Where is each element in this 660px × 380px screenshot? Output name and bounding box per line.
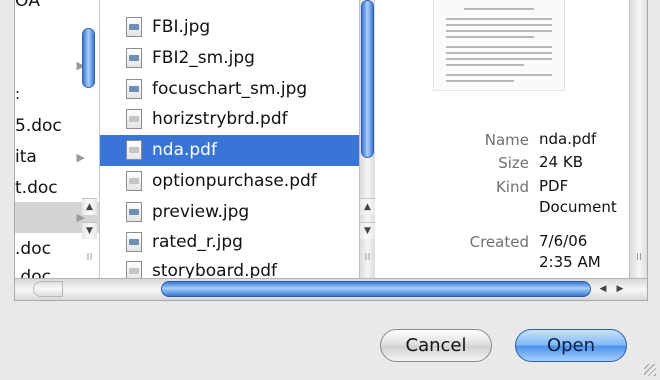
scroll-thumb[interactable] — [361, 0, 374, 158]
horizontal-scrollbar[interactable]: ◀ ▶ — [15, 278, 647, 300]
file-row[interactable]: rated_r.jpg — [100, 227, 362, 258]
pdf-file-icon — [126, 109, 142, 129]
jpg-file-icon — [126, 232, 142, 252]
file-name: FBI2_sm.jpg — [152, 48, 255, 68]
file-row[interactable]: FBI.jpg — [100, 12, 362, 43]
jpg-file-icon — [126, 79, 142, 99]
horizontal-scroll-thumb[interactable] — [161, 281, 591, 297]
file-row[interactable]: preview.jpg — [100, 197, 362, 228]
size-value: 24 KB — [539, 153, 583, 171]
pdf-file-icon — [126, 261, 142, 278]
name-label: Name — [484, 131, 529, 149]
file-browser: ОA ▶ : 5.doc ita ▶ t.doc ▶ .doc .doc ▲ ▼… — [14, 0, 648, 301]
file-name: preview.jpg — [152, 202, 250, 222]
file-row[interactable]: FBI2_sm.jpg — [100, 43, 362, 74]
size-label: Size — [498, 154, 529, 172]
scroll-down-icon[interactable]: ▼ — [82, 222, 97, 239]
pdf-file-icon — [126, 140, 142, 160]
list-item-label: .doc — [15, 239, 51, 259]
scroll-left-icon[interactable]: ◀ — [595, 281, 611, 297]
created-time: 2:35 AM — [539, 253, 601, 271]
scroll-down-icon[interactable]: ▼ — [360, 222, 375, 239]
document-preview-thumbnail — [433, 0, 565, 91]
column-resize-grip[interactable]: II — [82, 252, 97, 263]
list-item-label: ita — [15, 147, 37, 167]
scroll-track-cap — [33, 281, 63, 297]
name-value: nda.pdf — [539, 130, 597, 148]
file-row-selected[interactable]: nda.pdf — [100, 135, 362, 166]
preview-column: Name nda.pdf Size 24 KB Kind PDF Documen… — [377, 0, 643, 278]
jpg-file-icon — [126, 48, 142, 68]
created-date: 7/6/06 — [539, 232, 588, 250]
scroll-up-icon[interactable]: ▲ — [360, 198, 375, 215]
file-row[interactable]: focuschart_sm.jpg — [100, 74, 362, 105]
file-name: horizstrybrd.pdf — [152, 109, 288, 129]
list-item-label: ОA — [15, 0, 41, 11]
column-resize-grip[interactable]: II — [360, 252, 375, 263]
kind-label: Kind — [495, 178, 529, 196]
file-name: nda.pdf — [152, 140, 217, 160]
file-row[interactable]: storyboard.pdf — [100, 256, 362, 278]
list-item-label: .doc — [15, 267, 51, 278]
cancel-button[interactable]: Cancel — [380, 329, 492, 362]
open-button[interactable]: Open — [515, 329, 627, 362]
jpg-file-icon — [126, 17, 142, 37]
scroll-thumb[interactable] — [82, 28, 95, 88]
scroll-right-icon[interactable]: ▶ — [612, 281, 628, 297]
list-item-label: t.doc — [15, 178, 58, 198]
pdf-file-icon — [126, 171, 142, 191]
created-label: Created — [469, 233, 529, 251]
resize-grip-icon[interactable] — [644, 364, 656, 376]
kind-value-line2: Document — [539, 198, 617, 216]
preview-scrollbar[interactable]: II — [629, 0, 647, 278]
file-name: FBI.jpg — [152, 17, 211, 37]
jpg-file-icon — [126, 202, 142, 222]
file-row[interactable]: horizstrybrd.pdf — [100, 104, 362, 135]
file-name: focuschart_sm.jpg — [152, 79, 308, 99]
file-name: rated_r.jpg — [152, 232, 243, 252]
parent-column-scrollbar[interactable]: ▲ ▼ II — [80, 0, 98, 278]
file-row[interactable]: optionpurchase.pdf — [100, 166, 362, 197]
file-list-scrollbar[interactable]: ▲ ▼ II — [359, 0, 375, 278]
file-list-column[interactable]: FBI.jpg FBI2_sm.jpg focuschart_sm.jpg ho… — [100, 0, 362, 278]
file-name: storyboard.pdf — [152, 261, 278, 278]
column-resize-grip[interactable]: II — [630, 252, 647, 263]
list-item-label: 5.doc — [15, 116, 62, 136]
kind-value: PDF — [539, 177, 569, 195]
file-name: optionpurchase.pdf — [152, 171, 317, 191]
scroll-up-icon[interactable]: ▲ — [82, 198, 97, 215]
